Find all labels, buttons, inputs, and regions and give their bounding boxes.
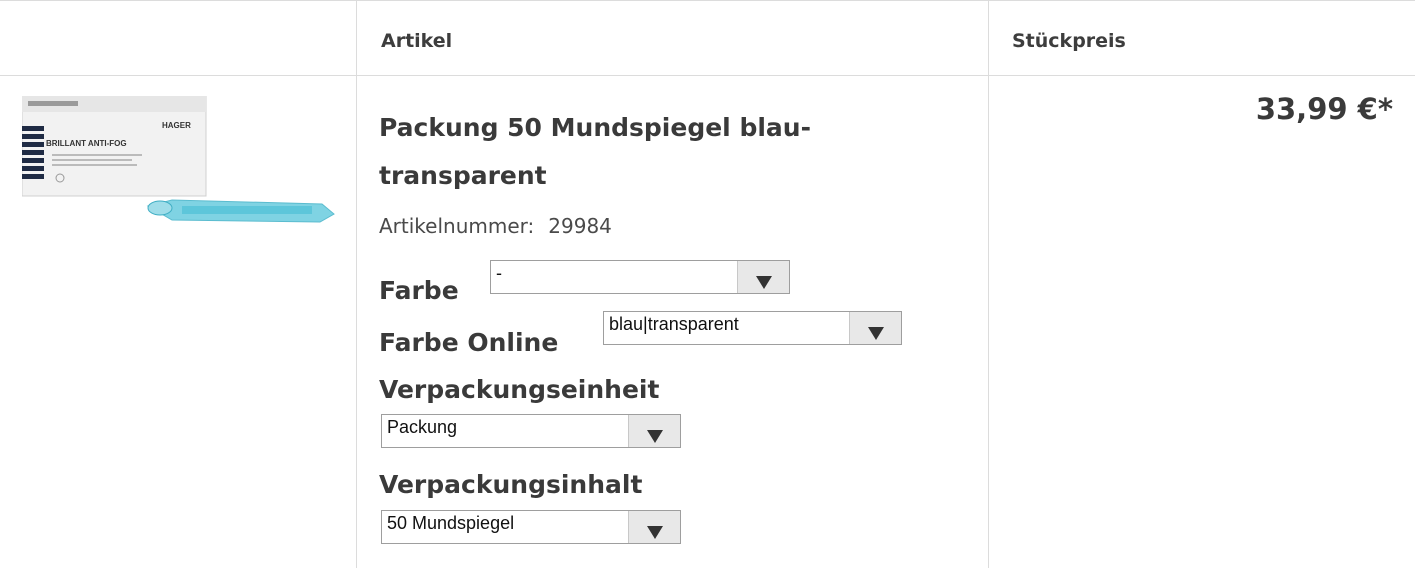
- product-image[interactable]: BRILLANT ANTI-FOG HAGER: [22, 96, 336, 226]
- verpackungsinhalt-select[interactable]: 50 Mundspiegel: [381, 510, 681, 544]
- article-number-value: 29984: [548, 214, 612, 238]
- verpackungseinheit-select-value: Packung: [387, 417, 458, 437]
- svg-text:HAGER: HAGER: [162, 121, 191, 130]
- article-number: Artikelnummer: 29984: [379, 214, 612, 238]
- svg-text:BRILLANT ANTI-FOG: BRILLANT ANTI-FOG: [46, 139, 127, 148]
- farbe-online-dropdown-button[interactable]: [849, 312, 901, 344]
- header-unit-price: Stückpreis: [1012, 30, 1126, 52]
- farbe-dropdown-button[interactable]: [737, 261, 789, 293]
- farbe-online-select[interactable]: blau|transparent: [603, 311, 902, 345]
- verpackungseinheit-select[interactable]: Packung: [381, 414, 681, 448]
- product-title[interactable]: Packung 50 Mundspiegel blau-transparent: [379, 104, 899, 200]
- option-label-verpackungseinheit: Verpackungseinheit: [379, 375, 660, 404]
- chevron-down-icon: [646, 526, 663, 539]
- farbe-online-select-value: blau|transparent: [609, 314, 739, 334]
- header-article: Artikel: [381, 30, 453, 52]
- option-label-verpackungsinhalt: Verpackungsinhalt: [379, 470, 643, 499]
- farbe-select-value: -: [496, 263, 502, 283]
- cart-table: Artikel Stückpreis BRILLANT ANTI-FOG HAG…: [0, 0, 1415, 568]
- column-divider: [988, 0, 989, 568]
- chevron-down-icon: [646, 430, 663, 443]
- chevron-down-icon: [755, 276, 772, 289]
- verpackungsinhalt-dropdown-button[interactable]: [628, 511, 680, 543]
- option-label-farbe: Farbe: [379, 276, 459, 305]
- row-divider: [0, 75, 1415, 76]
- unit-price: 33,99 €*: [1255, 92, 1393, 126]
- verpackungseinheit-dropdown-button[interactable]: [628, 415, 680, 447]
- chevron-down-icon: [867, 327, 884, 340]
- farbe-select[interactable]: -: [490, 260, 790, 294]
- option-label-farbe-online: Farbe Online: [379, 328, 559, 357]
- verpackungsinhalt-select-value: 50 Mundspiegel: [387, 513, 515, 533]
- column-divider: [356, 0, 357, 568]
- article-number-label: Artikelnummer:: [379, 214, 535, 238]
- row-divider: [0, 0, 1415, 1]
